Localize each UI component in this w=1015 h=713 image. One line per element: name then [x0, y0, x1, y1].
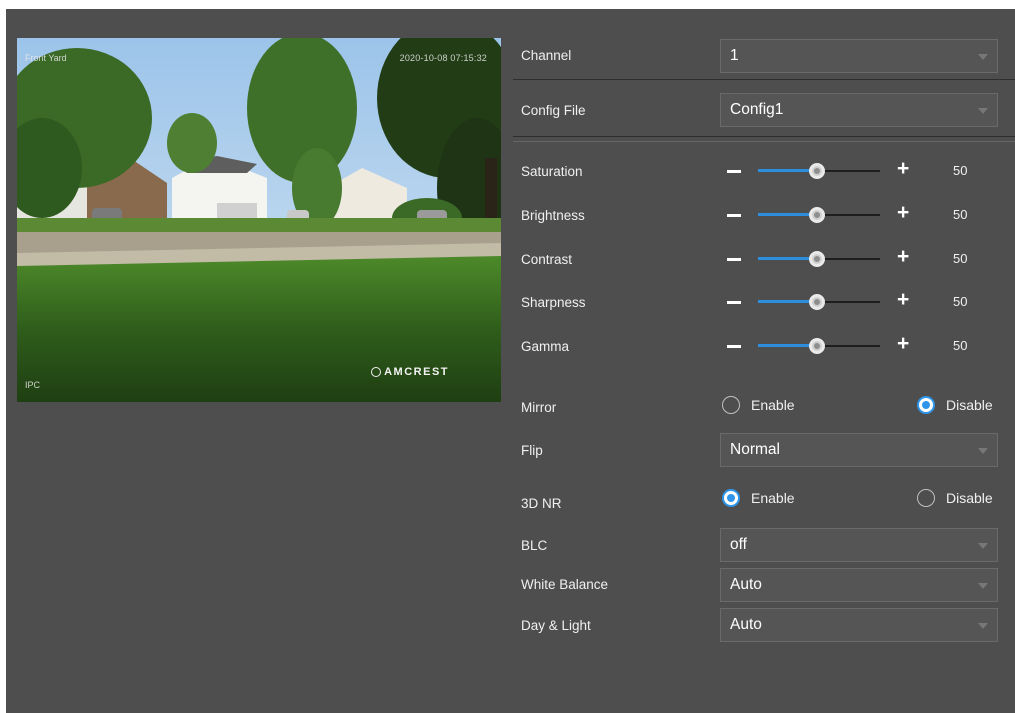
channel-label: Channel [521, 48, 572, 63]
sharpness-value: 50 [953, 294, 968, 309]
3d-nr-enable-radio[interactable]: Enable [722, 489, 795, 507]
slider-handle[interactable] [808, 251, 825, 267]
minus-icon[interactable] [727, 170, 741, 173]
contrast-label: Contrast [521, 252, 573, 267]
divider [513, 79, 1015, 80]
brand-watermark-text: AMCREST [384, 366, 449, 378]
3d-nr-disable-label: Disable [946, 490, 993, 506]
blc-select-value: off [730, 536, 747, 553]
divider [513, 136, 1015, 137]
3d-nr-enable-label: Enable [751, 490, 795, 506]
radio-circle [722, 489, 740, 507]
slider-fill [758, 169, 816, 172]
brightness-label: Brightness [521, 208, 585, 223]
flip-select[interactable]: Normal [720, 433, 998, 467]
plus-icon[interactable]: + [897, 202, 909, 223]
white-balance-select-value: Auto [730, 576, 762, 593]
mirror-enable-radio[interactable]: Enable [722, 396, 795, 414]
slider-handle[interactable] [808, 338, 825, 354]
mirror-enable-label: Enable [751, 397, 795, 413]
contrast-slider[interactable]: +50 [727, 246, 970, 269]
minus-icon[interactable] [727, 301, 741, 304]
slider-fill [758, 344, 816, 347]
slider-handle[interactable] [808, 163, 825, 179]
day-light-select[interactable]: Auto [720, 608, 998, 642]
day-light-select-value: Auto [730, 616, 762, 633]
channel-select[interactable]: 1 [720, 39, 998, 73]
minus-icon[interactable] [727, 214, 741, 217]
contrast-value: 50 [953, 251, 968, 266]
sharpness-label: Sharpness [521, 295, 586, 310]
gamma-value: 50 [953, 338, 968, 353]
minus-icon[interactable] [727, 258, 741, 261]
chevron-down-icon [978, 623, 988, 629]
camera-scene-image [17, 38, 501, 402]
radio-circle [722, 396, 740, 414]
plus-icon[interactable]: + [897, 333, 909, 354]
plus-icon[interactable]: + [897, 289, 909, 310]
gamma-label: Gamma [521, 339, 570, 354]
camera-preview[interactable]: Front Yard 2020-10-08 07:15:32 IPC AMCRE… [17, 38, 501, 402]
3d-nr-disable-radio[interactable]: Disable [917, 489, 993, 507]
brand-watermark: AMCREST [371, 366, 449, 378]
sharpness-slider[interactable]: +50 [727, 289, 970, 312]
gamma-slider[interactable]: +50 [727, 333, 970, 356]
config-file-label: Config File [521, 103, 586, 118]
flip-label: Flip [521, 443, 543, 458]
white-balance-label: White Balance [521, 577, 609, 592]
osd-channel-name: Front Yard [25, 53, 67, 63]
mirror-label: Mirror [521, 400, 557, 415]
slider-fill [758, 213, 816, 216]
saturation-label: Saturation [521, 164, 583, 179]
brightness-slider[interactable]: +50 [727, 202, 970, 225]
flip-select-value: Normal [730, 441, 780, 458]
radio-circle [917, 489, 935, 507]
chevron-down-icon [978, 583, 988, 589]
chevron-down-icon [978, 108, 988, 114]
channel-select-value: 1 [730, 47, 739, 64]
chevron-down-icon [978, 448, 988, 454]
plus-icon[interactable]: + [897, 246, 909, 267]
osd-timestamp: 2020-10-08 07:15:32 [399, 53, 487, 63]
chevron-down-icon [978, 54, 988, 60]
config-file-select-value: Config1 [730, 101, 784, 118]
saturation-slider[interactable]: +50 [727, 158, 970, 181]
blc-label: BLC [521, 538, 548, 553]
blc-select[interactable]: off [720, 528, 998, 562]
osd-device-type: IPC [25, 380, 41, 390]
slider-handle[interactable] [808, 207, 825, 223]
slider-fill [758, 257, 816, 260]
brightness-value: 50 [953, 207, 968, 222]
config-file-select[interactable]: Config1 [720, 93, 998, 127]
divider [513, 141, 1015, 142]
chevron-down-icon [978, 543, 988, 549]
saturation-value: 50 [953, 163, 968, 178]
white-balance-select[interactable]: Auto [720, 568, 998, 602]
mirror-disable-label: Disable [946, 397, 993, 413]
plus-icon[interactable]: + [897, 158, 909, 179]
slider-fill [758, 300, 816, 303]
radio-circle [917, 396, 935, 414]
brand-logo-icon [371, 367, 382, 377]
3d-nr-label: 3D NR [521, 496, 562, 511]
day-light-label: Day & Light [521, 618, 591, 633]
mirror-disable-radio[interactable]: Disable [917, 396, 993, 414]
minus-icon[interactable] [727, 345, 741, 348]
slider-handle[interactable] [808, 294, 825, 310]
